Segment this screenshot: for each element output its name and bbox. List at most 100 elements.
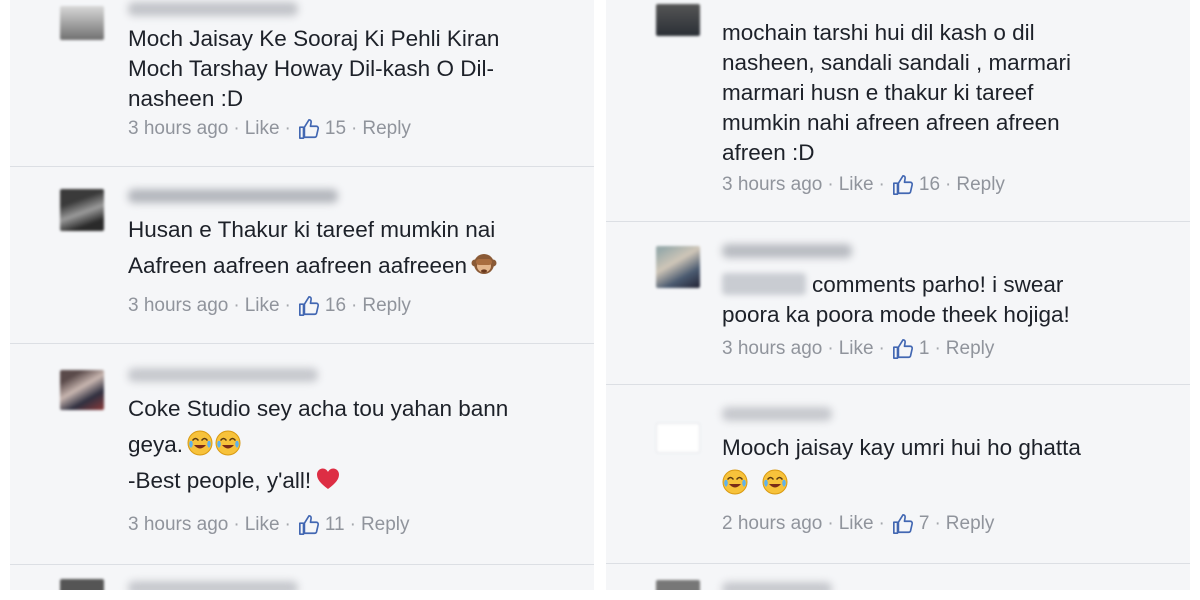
separator-dot: · — [284, 295, 291, 316]
comment-line: Aafreen aafreen aafreen aafreeen — [128, 251, 578, 281]
avatar[interactable] — [656, 580, 700, 590]
like-link[interactable]: Like — [245, 514, 280, 536]
avatar[interactable] — [60, 6, 104, 40]
thumbs-up-icon — [892, 338, 914, 360]
comment-item: comments parho! i swear poora ka poora m… — [606, 222, 1190, 384]
separator-dot: · — [934, 513, 941, 534]
avatar[interactable] — [60, 189, 104, 231]
separator-dot: · — [878, 174, 885, 195]
comment-text: comments parho! i swear poora ka poora m… — [722, 270, 1174, 330]
separator-dot: · — [233, 295, 240, 316]
comment-line: mumkin nahi afreen afreen afreen — [722, 110, 1060, 135]
left-comment-panel: Moch Jaisay Ke Sooraj Ki Pehli Kiran Moc… — [10, 0, 594, 590]
comment-timestamp[interactable]: 3 hours ago — [128, 118, 228, 140]
separator-dot: · — [878, 513, 885, 534]
separator-dot: · — [934, 338, 941, 359]
comment-timestamp[interactable]: 3 hours ago — [128, 514, 228, 536]
like-count[interactable]: 15 — [325, 118, 346, 140]
reply-link[interactable]: Reply — [946, 513, 995, 535]
comment-line: nasheen, sandali sandali , marmari — [722, 50, 1071, 75]
tagged-user-mention[interactable] — [722, 273, 806, 295]
comment-meta: 3 hours ago · Like · 16 · Reply — [722, 174, 1005, 196]
comment-text: Coke Studio sey acha tou yahan bann geya… — [128, 394, 578, 496]
thumbs-up-icon — [892, 513, 914, 535]
thumbs-up-icon — [298, 514, 320, 536]
separator-dot: · — [351, 295, 358, 316]
comment-line: -Best people, y'all! — [128, 466, 578, 496]
commenter-name[interactable] — [722, 582, 832, 590]
commenter-name[interactable] — [128, 581, 298, 590]
comment-item: Coke Studio sey acha tou yahan bann geya… — [10, 344, 594, 564]
commenter-name[interactable] — [128, 2, 298, 16]
avatar[interactable] — [656, 423, 700, 453]
avatar[interactable] — [60, 579, 104, 590]
comment-line-text: geya. — [128, 432, 184, 457]
like-count[interactable]: 11 — [325, 514, 345, 536]
comment-timestamp[interactable]: 2 hours ago — [722, 513, 822, 535]
separator-dot: · — [945, 174, 952, 195]
comment-item — [606, 564, 1190, 590]
see-no-evil-monkey-icon — [471, 251, 497, 277]
comment-text: Moch Jaisay Ke Sooraj Ki Pehli Kiran Moc… — [128, 24, 578, 114]
tears-of-joy-icon — [215, 430, 241, 456]
tears-of-joy-icon — [722, 469, 748, 495]
like-count[interactable]: 16 — [325, 295, 346, 317]
reply-link[interactable]: Reply — [362, 295, 411, 317]
commenter-name[interactable] — [722, 407, 832, 421]
comment-line: comments parho! i swear — [722, 270, 1174, 300]
comment-text: Husan e Thakur ki tareef mumkin nai Aafr… — [128, 215, 578, 281]
comment-line: nasheen :D — [128, 86, 244, 111]
reply-link[interactable]: Reply — [361, 514, 410, 536]
comment-text: mochain tarshi hui dil kash o dil nashee… — [722, 18, 1174, 168]
reply-link[interactable]: Reply — [956, 174, 1005, 196]
comment-item: mochain tarshi hui dil kash o dil nashee… — [606, 0, 1190, 222]
comment-timestamp[interactable]: 3 hours ago — [722, 338, 822, 360]
separator-dot: · — [351, 118, 358, 139]
comment-timestamp[interactable]: 3 hours ago — [128, 295, 228, 317]
comment-line: mochain tarshi hui dil kash o dil — [722, 20, 1035, 45]
separator-dot: · — [349, 514, 356, 535]
comment-item — [10, 565, 594, 590]
separator-dot: · — [233, 118, 240, 139]
comment-meta: 2 hours ago · Like · 7 · Reply — [722, 513, 994, 535]
avatar[interactable] — [656, 4, 700, 36]
separator-dot: · — [827, 174, 834, 195]
comment-line: Husan e Thakur ki tareef mumkin nai — [128, 217, 496, 242]
comment-meta: 3 hours ago · Like · 15 · Reply — [128, 118, 411, 140]
like-link[interactable]: Like — [839, 513, 874, 535]
comment-meta: 3 hours ago · Like · 16 · Reply — [128, 295, 411, 317]
tears-of-joy-icon — [187, 430, 213, 456]
comment-line: Moch Jaisay Ke Sooraj Ki Pehli Kiran — [128, 26, 500, 51]
comment-line: afreen :D — [722, 140, 815, 165]
reply-link[interactable]: Reply — [946, 338, 995, 360]
comment-line: Moch Tarshay Howay Dil-kash O Dil- — [128, 56, 494, 81]
avatar[interactable] — [60, 370, 104, 410]
separator-dot: · — [284, 514, 291, 535]
comment-item: Husan e Thakur ki tareef mumkin nai Aafr… — [10, 167, 594, 343]
like-link[interactable]: Like — [839, 338, 874, 360]
commenter-name[interactable] — [722, 244, 852, 258]
like-link[interactable]: Like — [245, 295, 280, 317]
comment-line — [722, 469, 1174, 499]
comment-timestamp[interactable]: 3 hours ago — [722, 174, 822, 196]
comment-line-text: Aafreen aafreen aafreen aafreeen — [128, 253, 468, 278]
comment-line: marmari husn e thakur ki tareef — [722, 80, 1034, 105]
like-count[interactable]: 16 — [919, 174, 940, 196]
separator-dot: · — [827, 338, 834, 359]
like-link[interactable]: Like — [245, 118, 280, 140]
red-heart-icon — [315, 466, 341, 492]
thumbs-up-icon — [298, 118, 320, 140]
reply-link[interactable]: Reply — [362, 118, 411, 140]
avatar[interactable] — [656, 246, 700, 288]
comment-line-text: comments parho! i swear — [812, 272, 1064, 297]
comment-item: Mooch jaisay kay umri hui ho ghatta 2 ho… — [606, 385, 1190, 563]
like-count[interactable]: 1 — [919, 338, 930, 360]
right-comment-panel: mochain tarshi hui dil kash o dil nashee… — [606, 0, 1190, 590]
like-count[interactable]: 7 — [919, 513, 930, 535]
comment-line: Coke Studio sey acha tou yahan bann — [128, 396, 509, 421]
commenter-name[interactable] — [128, 368, 318, 382]
commenter-name[interactable] — [128, 189, 338, 203]
like-link[interactable]: Like — [839, 174, 874, 196]
comment-line: poora ka poora mode theek hojiga! — [722, 302, 1070, 327]
comment-line: Mooch jaisay kay umri hui ho ghatta — [722, 435, 1081, 460]
